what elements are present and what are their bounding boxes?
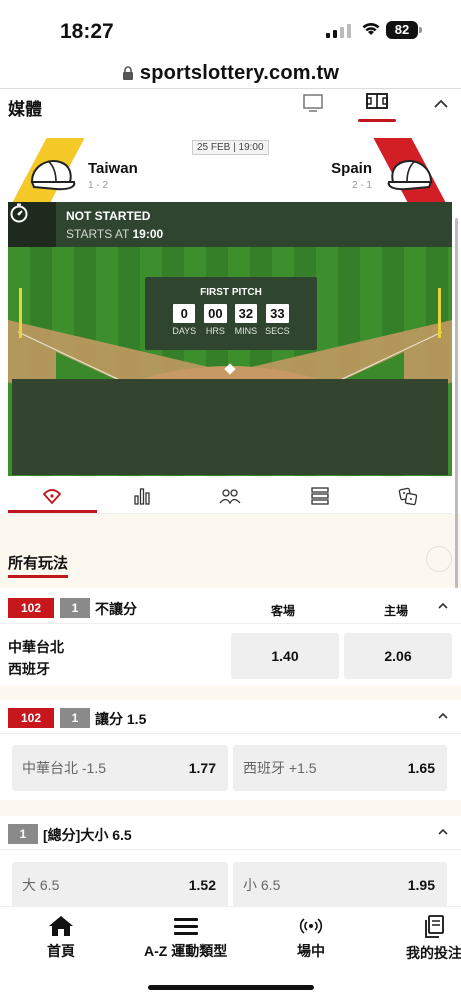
tab-home[interactable]: 首頁 bbox=[47, 915, 75, 961]
chevron-up-icon[interactable] bbox=[437, 710, 449, 722]
tab-live[interactable]: 場中 bbox=[297, 915, 325, 961]
market-num-badge: 1 bbox=[8, 824, 38, 844]
market-title: [總分]大小 6.5 bbox=[43, 827, 132, 843]
away-team-name: Spain bbox=[331, 160, 372, 177]
away-cap-icon bbox=[387, 160, 433, 191]
diamond-icon bbox=[42, 489, 62, 505]
all-bets-underline bbox=[8, 575, 68, 578]
market-header-total[interactable]: 1 [總分]大小 6.5 bbox=[0, 816, 461, 850]
media-header: 媒體 bbox=[0, 88, 461, 124]
all-bets-section bbox=[0, 514, 461, 588]
market-header-moneyline[interactable]: 102 1 不讓分 客場 主場 bbox=[0, 590, 461, 624]
countdown-secs: 33 SECS bbox=[265, 304, 290, 336]
home-indicator bbox=[148, 985, 314, 990]
battery-icon: 82 bbox=[386, 21, 422, 39]
countdown-days: 0 DAYS bbox=[172, 304, 197, 336]
field-tracker: NOT STARTED STARTS AT 19:00 FIRST PITCH … bbox=[8, 202, 452, 476]
status-time: 18:27 bbox=[60, 20, 114, 43]
live-broadcast-icon bbox=[299, 918, 323, 934]
countdown-title: FIRST PITCH bbox=[200, 287, 262, 298]
lock-icon bbox=[122, 65, 133, 80]
chevron-up-icon[interactable] bbox=[437, 600, 449, 612]
menu-icon bbox=[173, 918, 198, 935]
media-title: 媒體 bbox=[8, 100, 42, 119]
odd-button-option[interactable]: 小 6.5 1.95 bbox=[233, 862, 447, 908]
tracker-tab-indicator bbox=[8, 510, 97, 513]
home-team-name: Taiwan bbox=[88, 160, 138, 177]
market-num-badge: 1 bbox=[60, 598, 90, 618]
dice-icon bbox=[398, 487, 418, 506]
match-status: NOT STARTED bbox=[66, 209, 151, 223]
column-home: 主場 bbox=[384, 604, 409, 618]
chevron-up-icon[interactable] bbox=[432, 95, 450, 113]
odd-button-option[interactable]: 中華台北 -1.5 1.77 bbox=[12, 745, 228, 791]
column-away: 客場 bbox=[271, 604, 296, 618]
list-icon bbox=[311, 487, 329, 505]
media-tab-indicator bbox=[358, 119, 396, 122]
tracker-tabs bbox=[8, 478, 452, 514]
timer-icon bbox=[8, 202, 56, 247]
players-icon bbox=[219, 489, 241, 505]
tab-stats[interactable] bbox=[128, 484, 156, 508]
my-bets-icon bbox=[425, 915, 444, 938]
match-header: Taiwan 1 - 2 25 FEB | 19:00 Spain 2 - 1 bbox=[0, 124, 461, 202]
circle-decoration bbox=[426, 546, 452, 572]
tab-lineups[interactable] bbox=[216, 484, 244, 508]
tab-field[interactable] bbox=[38, 484, 66, 508]
cellular-signal-icon bbox=[326, 22, 351, 38]
tab-h2h[interactable] bbox=[394, 484, 422, 508]
home-team-record: 1 - 2 bbox=[88, 180, 109, 191]
odd-button-option[interactable]: 西班牙 +1.5 1.65 bbox=[233, 745, 447, 791]
market-code-badge: 102 bbox=[8, 598, 54, 618]
tab-sports-az[interactable]: A-Z 運動類型 bbox=[144, 915, 227, 961]
home-cap-icon bbox=[30, 160, 76, 191]
tv-icon[interactable] bbox=[302, 92, 324, 114]
url-text: sportslottery.com.tw bbox=[139, 61, 340, 84]
countdown-panel: FIRST PITCH 0 DAYS 00 HRS 32 MINS 33 SECS bbox=[145, 277, 317, 350]
market-title: 不讓分 bbox=[95, 601, 137, 617]
odd-button-away[interactable]: 1.40 bbox=[231, 633, 339, 679]
market-num-badge: 1 bbox=[60, 708, 90, 728]
tab-standings[interactable] bbox=[306, 484, 334, 508]
chevron-up-icon[interactable] bbox=[437, 826, 449, 838]
play-feed-panel bbox=[12, 379, 448, 475]
match-date: 25 FEB | 19:00 bbox=[192, 140, 269, 155]
home-icon bbox=[49, 916, 73, 936]
bar-chart-icon bbox=[134, 488, 150, 505]
market-header-handicap[interactable]: 102 1 讓分 1.5 bbox=[0, 700, 461, 734]
section-spacer bbox=[0, 800, 461, 816]
market-title: 讓分 1.5 bbox=[95, 711, 147, 727]
wifi-icon bbox=[362, 22, 380, 35]
start-time: STARTS AT 19:00 bbox=[66, 227, 164, 241]
status-bar: 18:27 82 bbox=[0, 0, 461, 58]
url-bar[interactable]: sportslottery.com.tw bbox=[0, 58, 461, 88]
scrollbar[interactable] bbox=[455, 218, 458, 588]
tab-my-bets[interactable]: 我的投注 bbox=[406, 915, 461, 963]
market-code-badge: 102 bbox=[8, 708, 54, 728]
odd-button-option[interactable]: 大 6.5 1.52 bbox=[12, 862, 228, 908]
match-status-strip: NOT STARTED STARTS AT 19:00 bbox=[8, 202, 452, 247]
countdown-mins: 32 MINS bbox=[234, 304, 258, 336]
section-spacer bbox=[0, 686, 461, 700]
countdown-hours: 00 HRS bbox=[204, 304, 227, 336]
away-team-record: 2 - 1 bbox=[351, 180, 372, 191]
market-teams: 中華台北 西班牙 bbox=[8, 639, 64, 677]
field-tracker-icon[interactable] bbox=[365, 91, 389, 113]
odd-button-home[interactable]: 2.06 bbox=[344, 633, 452, 679]
all-bets-title[interactable]: 所有玩法 bbox=[8, 552, 68, 573]
